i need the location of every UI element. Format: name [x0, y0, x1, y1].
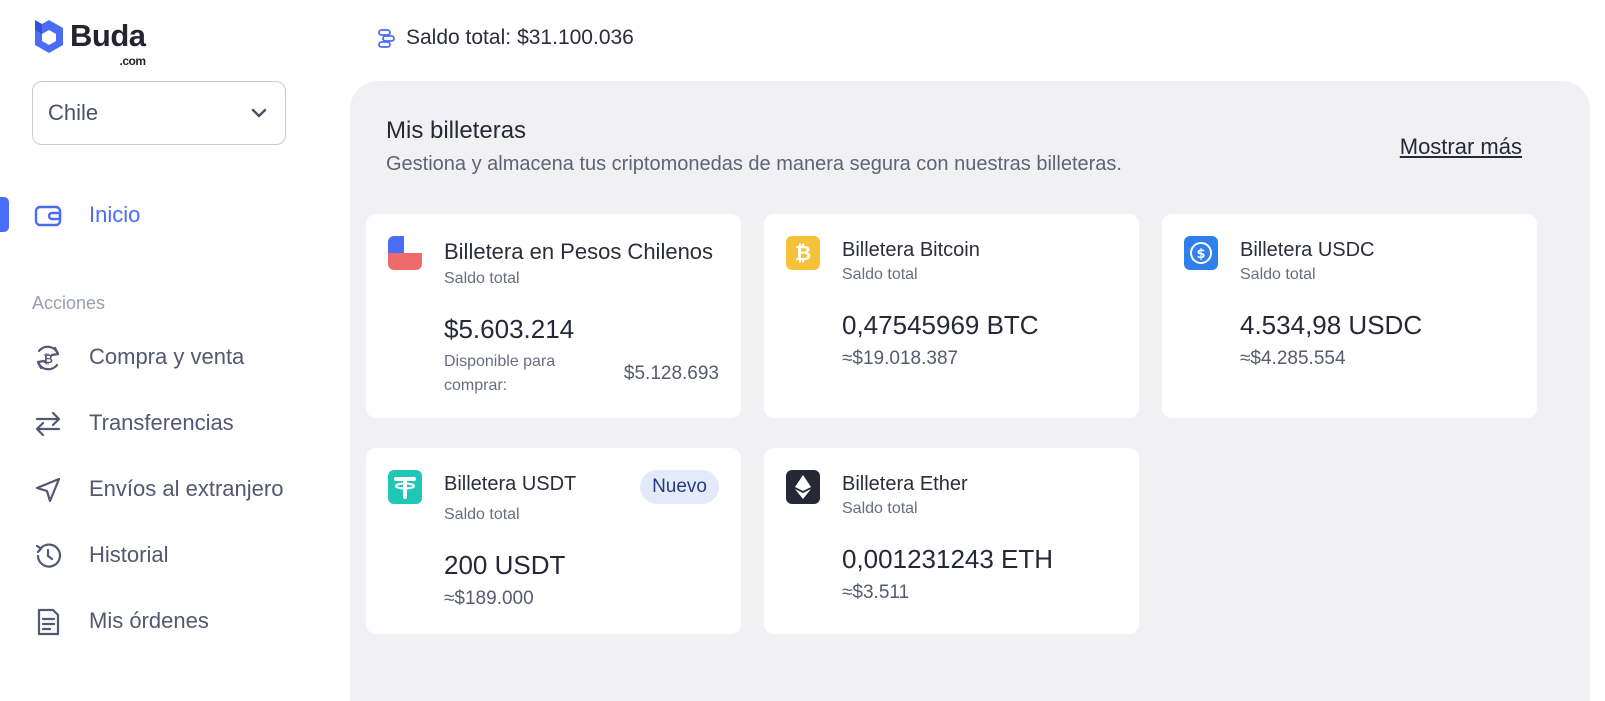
wallet-subtitle: Saldo total [842, 500, 918, 517]
total-balance-label: Saldo total: [406, 26, 512, 49]
panel-title: Mis billeteras [386, 117, 527, 144]
wallet-title: Billetera Ether [842, 473, 968, 495]
history-icon [33, 541, 63, 571]
send-icon [33, 475, 63, 505]
chevron-down-icon [251, 108, 267, 118]
wallet-title: Billetera USDT [444, 473, 577, 495]
wallet-approx-value: ≈$19.018.387 [842, 348, 959, 369]
wallet-subtitle: Saldo total [444, 506, 520, 523]
wallet-amount: 0,47545969 BTC [842, 310, 1039, 340]
wallet-icon [33, 201, 63, 231]
sidebar-item-label: Transferencias [89, 410, 234, 435]
wallet-subtitle: Saldo total [444, 270, 520, 287]
svg-text:$: $ [1196, 247, 1205, 262]
wallet-title: Billetera Bitcoin [842, 239, 980, 261]
buda-logo-icon [35, 20, 63, 53]
wallet-amount: $5.603.214 [444, 314, 575, 344]
brand-suffix: .com [119, 54, 146, 68]
sidebar-item-label: Compra y venta [89, 344, 245, 369]
wallets-panel: Mis billeteras Gestiona y almacena tus c… [350, 81, 1590, 701]
tether-icon [388, 470, 422, 504]
transfer-arrows-icon [33, 409, 63, 439]
buda-logo[interactable]: Buda .com [32, 18, 146, 68]
new-badge: Nuevo [640, 470, 719, 504]
wallet-card-eth[interactable]: Billetera Ether Saldo total 0,001231243 … [764, 448, 1139, 634]
sidebar-item-historial[interactable]: Historial [0, 532, 340, 578]
wallet-card-usdt[interactable]: Billetera USDT Nuevo Saldo total 200 USD… [366, 448, 741, 634]
wallet-card-btc[interactable]: ₿ Billetera Bitcoin Saldo total 0,475459… [764, 214, 1139, 418]
bitcoin-icon: ₿ [786, 236, 820, 270]
wallet-card-clp[interactable]: Billetera en Pesos Chilenos Saldo total … [366, 214, 741, 418]
active-indicator [0, 197, 9, 232]
chile-flag-icon [388, 236, 422, 270]
svg-text:₿: ₿ [43, 352, 53, 366]
section-label-acciones: Acciones [32, 293, 106, 313]
wallet-approx-value: ≈$189.000 [444, 588, 534, 609]
sidebar-item-label: Historial [89, 542, 169, 567]
country-select-value: Chile [48, 100, 99, 125]
sidebar-item-transferencias[interactable]: Transferencias [0, 400, 340, 446]
wallet-amount: 4.534,98 USDC [1240, 310, 1423, 340]
wallet-amount: 0,001231243 ETH [842, 544, 1054, 574]
wallet-card-usdc[interactable]: $ Billetera USDC Saldo total 4.534,98 US… [1162, 214, 1537, 418]
wallet-approx-value: ≈$3.511 [842, 582, 910, 603]
usdc-icon: $ [1184, 236, 1218, 270]
wallet-title: Billetera USDC [1240, 239, 1375, 261]
bitcoin-exchange-icon: ₿ [33, 343, 63, 373]
sidebar-item-compra-venta[interactable]: ₿ Compra y venta [0, 334, 340, 380]
wallet-subtitle: Saldo total [1240, 266, 1316, 283]
country-select[interactable]: Chile [32, 81, 286, 145]
show-more-link[interactable]: Mostrar más [1400, 134, 1522, 160]
orders-icon [33, 607, 63, 637]
coins-icon [378, 29, 395, 48]
total-balance-bar: Saldo total: $31.100.036 [378, 26, 634, 50]
sidebar-item-label: Envíos al extranjero [89, 476, 284, 501]
sidebar-item-envios[interactable]: Envíos al extranjero [0, 466, 340, 512]
available-value: $5.128.693 [623, 363, 719, 384]
wallet-approx-value: ≈$4.285.554 [1240, 348, 1346, 369]
sidebar-item-mis-ordenes[interactable]: Mis órdenes [0, 598, 340, 644]
panel-subtitle: Gestiona y almacena tus criptomonedas de… [386, 153, 1122, 175]
ether-icon [786, 470, 820, 504]
available-label: Disponible para comprar: [444, 353, 556, 394]
sidebar: Buda .com Chile Inicio Acciones ₿ Compra… [0, 0, 340, 682]
wallet-amount: 200 USDT [444, 550, 566, 580]
sidebar-item-label: Inicio [89, 202, 141, 227]
wallet-title: Billetera en Pesos Chilenos [444, 239, 714, 264]
wallet-subtitle: Saldo total [842, 266, 918, 283]
sidebar-item-label: Mis órdenes [89, 608, 209, 633]
total-balance-value: $31.100.036 [517, 26, 634, 49]
sidebar-item-inicio[interactable]: Inicio [0, 192, 340, 238]
